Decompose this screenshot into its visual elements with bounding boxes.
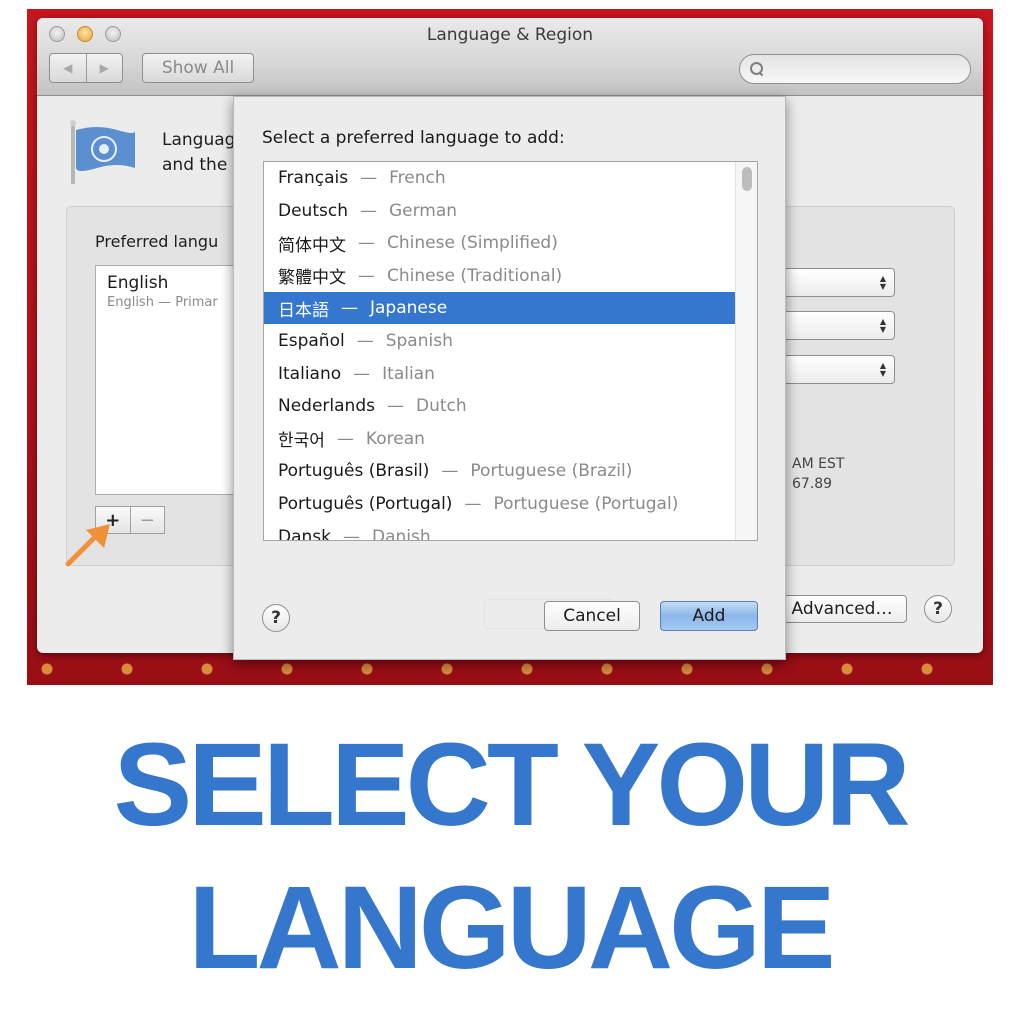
separator-dash: — bbox=[356, 331, 374, 351]
language-english-name: Chinese (Traditional) bbox=[387, 265, 563, 286]
language-english-name: Italian bbox=[382, 363, 435, 384]
language-option[interactable]: Dansk — Danish bbox=[264, 521, 736, 541]
language-option[interactable]: Italiano — Italian bbox=[264, 358, 736, 390]
language-native-name: Español bbox=[278, 331, 345, 351]
language-native-name: Nederlands bbox=[278, 396, 375, 417]
separator-dash: — bbox=[336, 428, 354, 449]
language-english-name: Korean bbox=[365, 428, 425, 449]
separator-dash: — bbox=[358, 265, 375, 286]
language-subtitle: English — Primar bbox=[107, 295, 218, 310]
language-english-name: French bbox=[389, 168, 446, 188]
headline-line-1: SELECT YOUR bbox=[113, 719, 910, 851]
separator-dash: — bbox=[386, 396, 404, 417]
language-option[interactable]: 简体中文 — Chinese (Simplified) bbox=[264, 227, 736, 259]
headline-line-2: LANGUAGE bbox=[188, 862, 835, 994]
language-option[interactable]: Deutsch — German bbox=[264, 195, 736, 227]
help-button[interactable]: ? bbox=[924, 595, 952, 623]
cancel-button[interactable]: Cancel bbox=[544, 601, 640, 631]
add-button[interactable]: Add bbox=[660, 601, 758, 631]
window-title: Language & Region bbox=[426, 25, 594, 45]
search-input[interactable] bbox=[770, 61, 960, 77]
language-option[interactable]: Français — French bbox=[264, 162, 736, 194]
language-english-name: German bbox=[388, 200, 458, 221]
remove-language-button[interactable]: − bbox=[131, 507, 165, 533]
language-english-name: Chinese (Simplified) bbox=[387, 233, 558, 254]
language-list[interactable]: Français — French Deutsch — German 简体中文 — Chines… bbox=[263, 161, 758, 541]
updown-arrows-icon: ▲ ▼ bbox=[879, 274, 886, 291]
language-option[interactable]: Español — Spanish bbox=[264, 325, 736, 357]
advanced-button[interactable]: Advanced… bbox=[777, 595, 907, 623]
separator-dash: — bbox=[358, 233, 375, 254]
separator-dash: — bbox=[359, 200, 377, 221]
language-english-name: Danish bbox=[371, 526, 431, 541]
language-english-name: Japanese bbox=[370, 298, 448, 319]
scrollbar[interactable] bbox=[735, 162, 757, 540]
separator-dash: — bbox=[464, 494, 482, 514]
language-native-name: Français bbox=[278, 168, 349, 188]
language-option[interactable]: Nederlands — Dutch bbox=[264, 390, 736, 422]
show-all-button[interactable]: Show All bbox=[142, 53, 254, 83]
language-native-name: Dansk bbox=[278, 526, 331, 541]
updown-arrows-icon: ▲ ▼ bbox=[879, 361, 886, 378]
language-name: English bbox=[107, 273, 169, 293]
language-native-name: 简体中文 bbox=[278, 235, 346, 256]
separator-dash: — bbox=[342, 526, 360, 541]
search-icon bbox=[750, 62, 764, 76]
search-field[interactable] bbox=[739, 54, 971, 84]
language-english-name: Portuguese (Brazil) bbox=[470, 461, 633, 482]
language-english-name: Dutch bbox=[415, 396, 467, 417]
separator-dash: — bbox=[360, 168, 378, 188]
language-option[interactable]: Português (Portugal) — Portuguese (Portuga… bbox=[264, 488, 736, 520]
language-native-name: Italiano bbox=[278, 363, 342, 384]
language-native-name: Português (Portugal) bbox=[278, 494, 453, 514]
forward-icon[interactable]: ▶ bbox=[87, 54, 123, 82]
toolbar: Language & Region ◀ ▶ Show All bbox=[37, 18, 983, 96]
updown-arrows-icon: ▲ ▼ bbox=[879, 317, 886, 334]
separator-dash: — bbox=[441, 461, 459, 482]
separator-dash: — bbox=[341, 298, 358, 319]
language-native-name: Português (Brasil) bbox=[278, 461, 430, 482]
language-native-name: 한국어 bbox=[278, 431, 325, 452]
time-format-example: AM EST bbox=[792, 456, 845, 472]
language-native-name: 日本語 bbox=[278, 300, 329, 321]
back-forward-control: ◀ ▶ bbox=[49, 53, 123, 83]
back-icon[interactable]: ◀ bbox=[50, 54, 87, 82]
separator-dash: — bbox=[353, 363, 371, 384]
preferred-languages-label: Preferred langu bbox=[95, 232, 219, 251]
language-english-name: Spanish bbox=[385, 331, 453, 351]
language-option[interactable]: 日本語 — Japanese bbox=[264, 292, 736, 325]
language-english-name: Portuguese (Portugal) bbox=[493, 494, 679, 514]
language-native-name: Deutsch bbox=[278, 200, 348, 221]
language-native-name: 繁體中文 bbox=[278, 268, 346, 289]
number-format-example: 67.89 bbox=[792, 476, 833, 492]
preferred-languages-list[interactable]: English English — Primar bbox=[95, 265, 255, 495]
un-flag-icon bbox=[70, 120, 136, 184]
language-option[interactable]: 繁體中文 — Chinese (Traditional) bbox=[264, 260, 736, 292]
sheet-title: Select a preferred language to add: bbox=[262, 128, 565, 148]
orange-pointer-arrow-icon bbox=[65, 524, 110, 567]
scroll-thumb[interactable] bbox=[742, 167, 752, 191]
language-option[interactable]: Português (Brasil) — Portuguese (Brazil) bbox=[264, 455, 736, 487]
sheet-help-button[interactable]: ? bbox=[262, 604, 290, 632]
add-language-sheet: Select a preferred language to add: Fran… bbox=[233, 96, 786, 660]
language-option[interactable]: 한국어 — Korean bbox=[264, 423, 736, 455]
